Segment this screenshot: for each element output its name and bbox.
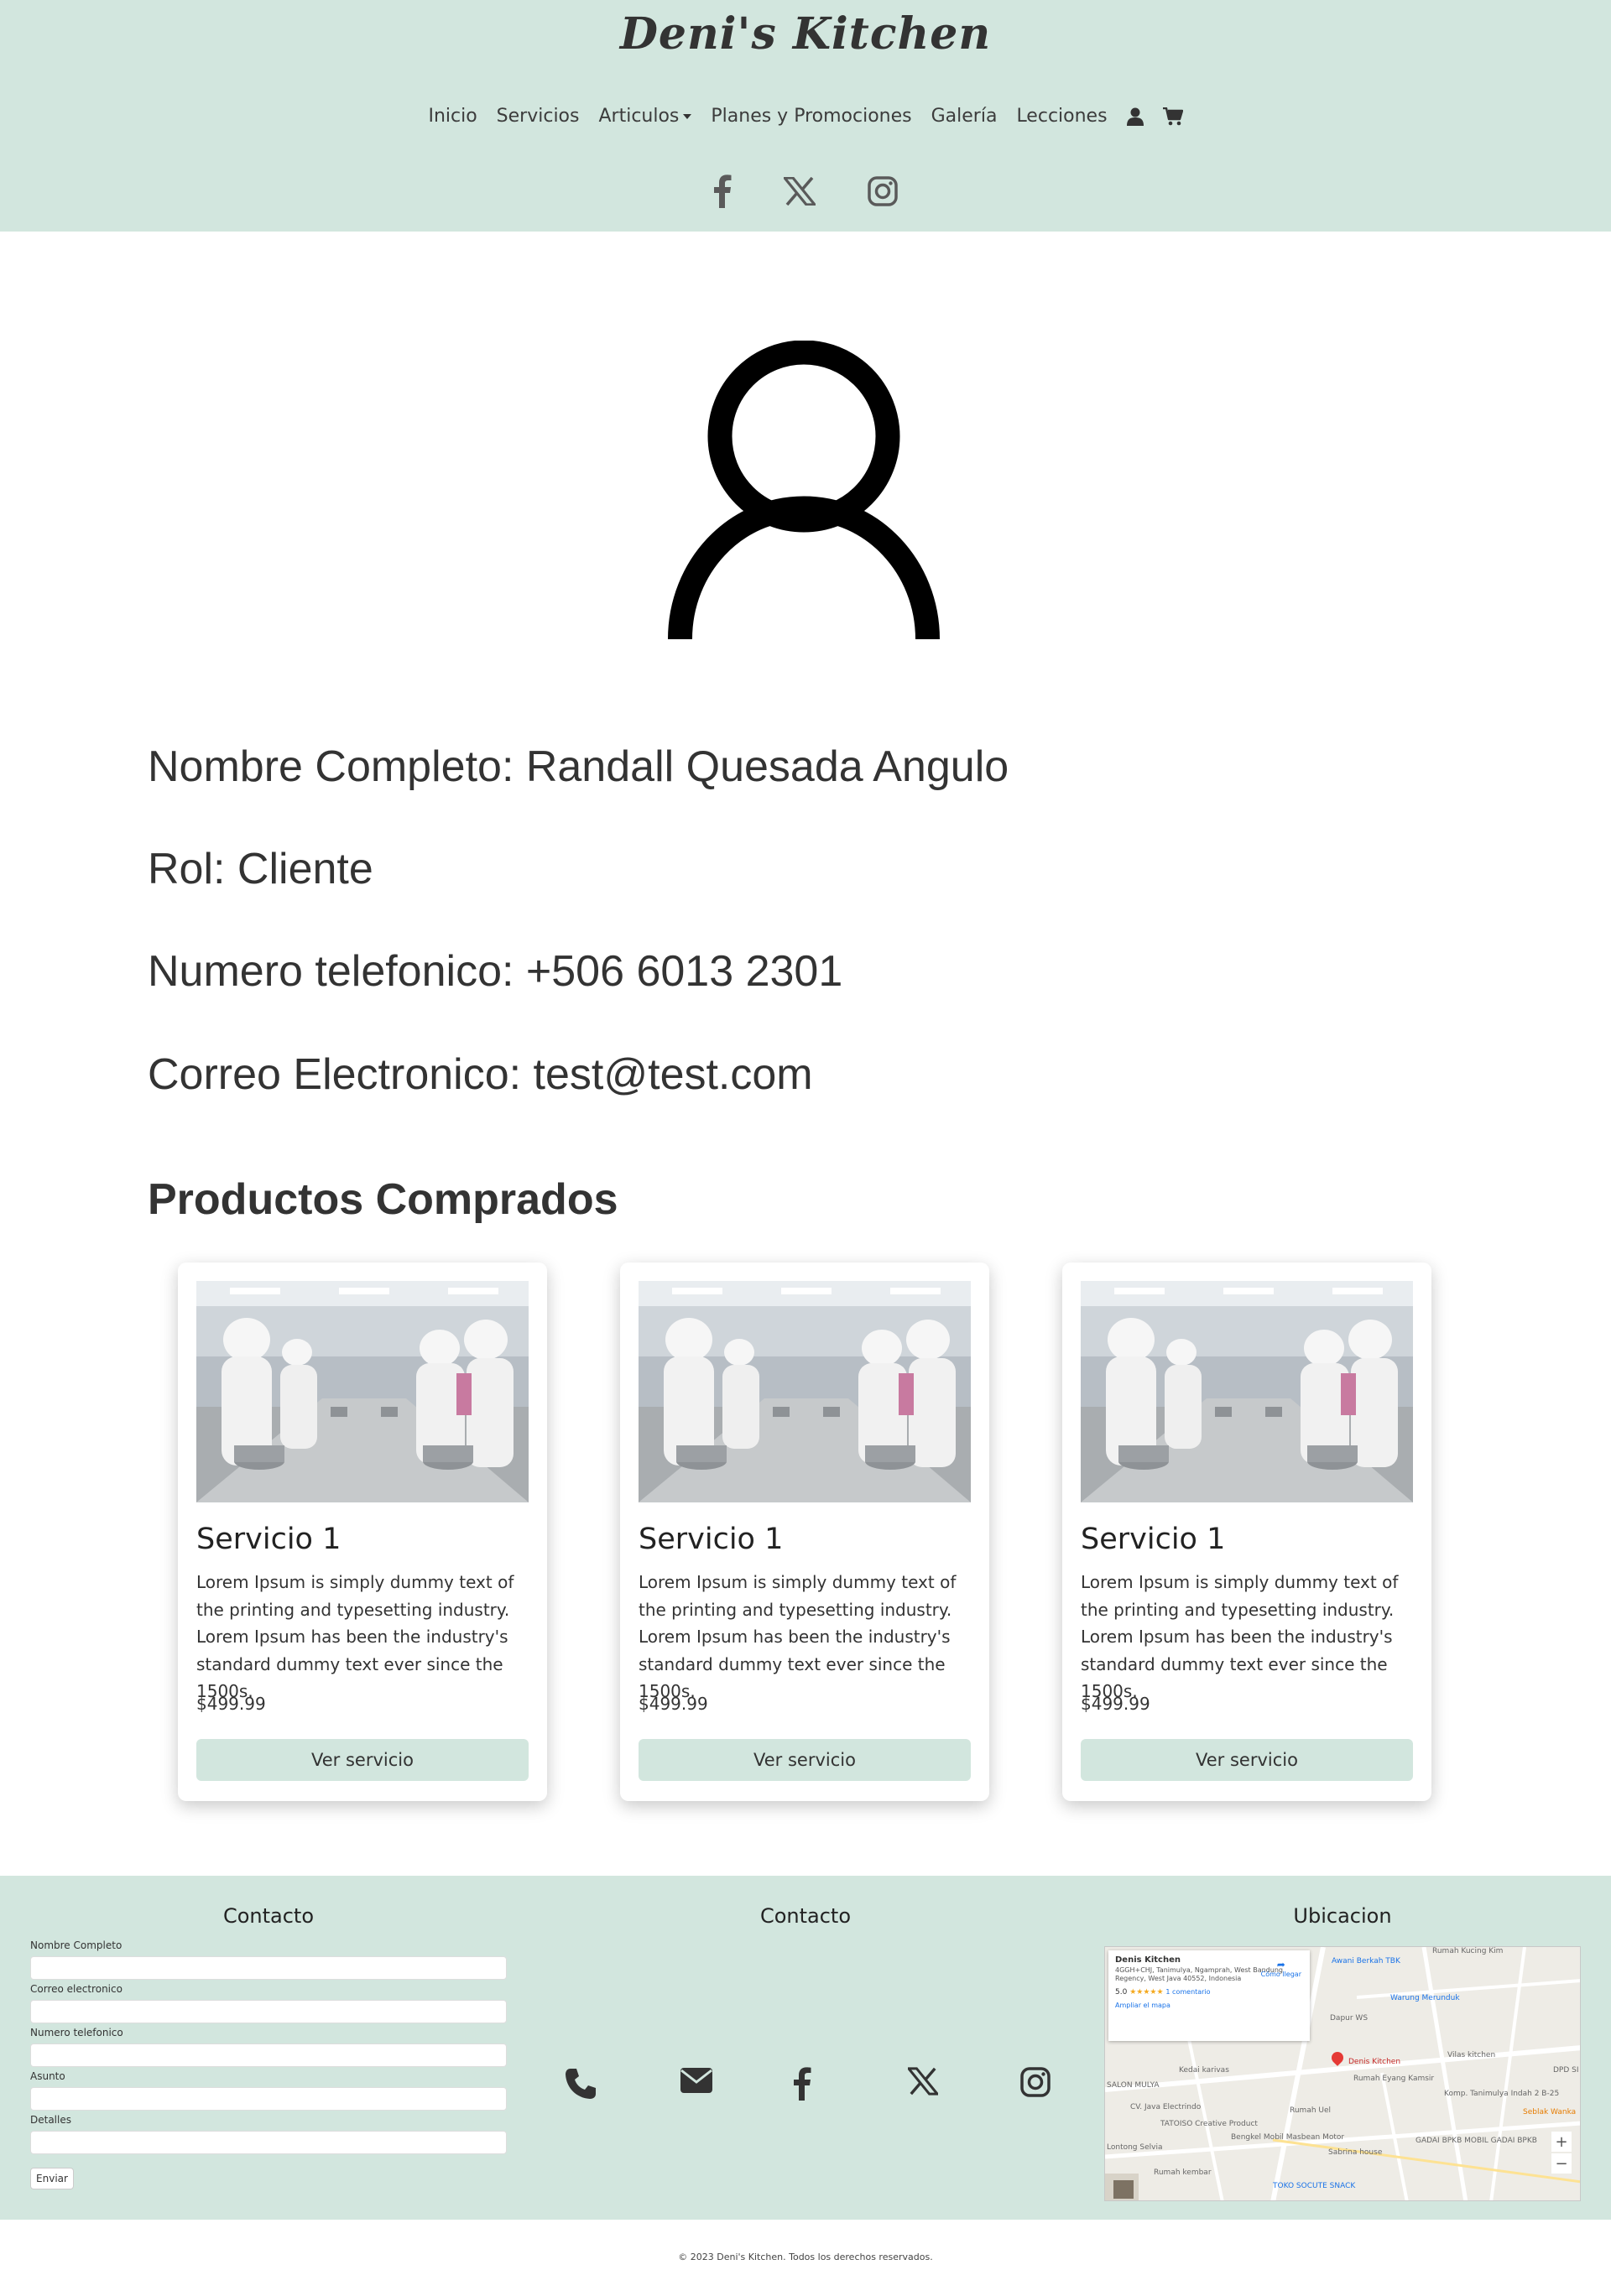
map-reviews-link[interactable]: 1 comentario bbox=[1165, 1988, 1210, 1996]
map-poi: DPD SI WIRAB bbox=[1553, 2066, 1580, 2075]
details-field[interactable] bbox=[30, 2131, 507, 2154]
social-links bbox=[0, 174, 1611, 208]
product-image bbox=[196, 1281, 529, 1502]
site-header: Deni's Kitchen Inicio Servicios Articulo… bbox=[0, 0, 1611, 232]
phone-field[interactable] bbox=[30, 2043, 507, 2067]
location-title: Ubicacion bbox=[1293, 1904, 1392, 1928]
map-poi: Rumah Kucing Kim bbox=[1432, 1947, 1504, 1955]
map-poi: GADAI BPKB MOBIL GADAI BPKB bbox=[1415, 2137, 1537, 2145]
directions-label: Cómo llegar bbox=[1260, 1971, 1301, 1978]
nav-servicios[interactable]: Servicios bbox=[497, 106, 580, 127]
brand-logo[interactable]: Deni's Kitchen bbox=[0, 8, 1611, 60]
facebook-icon[interactable] bbox=[713, 174, 732, 208]
product-title: Servicio 1 bbox=[639, 1523, 784, 1556]
product-image bbox=[639, 1281, 971, 1502]
map-rating: 5.0 ★★★★★ 1 comentario bbox=[1115, 1988, 1303, 1997]
product-title: Servicio 1 bbox=[1081, 1523, 1226, 1556]
map-poi: Lontong Selvia bbox=[1107, 2143, 1163, 2152]
product-price: $499.99 bbox=[1081, 1694, 1150, 1714]
field-label-email: Correo electronico bbox=[30, 1983, 123, 1995]
map-poi: CV. Java Electrindo bbox=[1130, 2103, 1202, 2111]
zoom-out-button[interactable]: − bbox=[1551, 2153, 1572, 2174]
instagram-icon[interactable] bbox=[1020, 2067, 1051, 2097]
product-price: $499.99 bbox=[196, 1694, 266, 1714]
user-icon[interactable] bbox=[1126, 107, 1144, 126]
subject-field[interactable] bbox=[30, 2087, 507, 2111]
view-service-button[interactable]: Ver servicio bbox=[639, 1739, 971, 1781]
map-info-card: Denis Kitchen 4GGH+CHJ, Tanimulya, Ngamp… bbox=[1108, 1950, 1310, 2041]
nav-planes[interactable]: Planes y Promociones bbox=[711, 106, 911, 127]
field-label-name: Nombre Completo bbox=[30, 1939, 123, 1951]
zoom-in-button[interactable]: + bbox=[1551, 2132, 1572, 2152]
x-icon[interactable] bbox=[908, 2067, 938, 2096]
nav-articulos-label: Articulos bbox=[598, 106, 680, 127]
caret-down-icon bbox=[683, 114, 692, 119]
nav-galeria[interactable]: Galería bbox=[931, 106, 998, 127]
product-card: Servicio 1 Lorem Ipsum is simply dummy t… bbox=[1062, 1263, 1431, 1801]
map-poi: TATOISO Creative Product bbox=[1160, 2120, 1258, 2128]
view-service-button[interactable]: Ver servicio bbox=[1081, 1739, 1413, 1781]
envelope-icon[interactable] bbox=[680, 2067, 713, 2094]
field-label-details: Detalles bbox=[30, 2114, 71, 2126]
map-poi: Rumah Eyang Kamsir bbox=[1353, 2075, 1435, 2083]
map-rating-value: 5.0 bbox=[1115, 1988, 1128, 1997]
map-poi: Kedai karivas bbox=[1179, 2066, 1229, 2075]
field-label-subject: Asunto bbox=[30, 2070, 65, 2082]
field-label-phone: Numero telefonico bbox=[30, 2027, 123, 2038]
map-poi: TOKO SOCUTE SNACK bbox=[1273, 2182, 1356, 2190]
contact-icons bbox=[564, 2067, 1067, 2114]
site-footer: Contacto Contacto Ubicacion Nombre Compl… bbox=[0, 1876, 1611, 2220]
nav-lecciones[interactable]: Lecciones bbox=[1016, 106, 1107, 127]
profile-avatar-icon bbox=[668, 340, 940, 640]
product-card: Servicio 1 Lorem Ipsum is simply dummy t… bbox=[620, 1263, 989, 1801]
profile-phone: Numero telefonico: +506 6013 2301 bbox=[148, 947, 843, 996]
map-poi: Dapur WS bbox=[1330, 2014, 1369, 2023]
email-field[interactable] bbox=[30, 2000, 507, 2023]
directions-icon: ➦ bbox=[1276, 1959, 1285, 1971]
profile-email: Correo Electronico: test@test.com bbox=[148, 1050, 813, 1099]
map-poi: Bengkel Mobil Masbean Motor bbox=[1231, 2133, 1345, 2142]
instagram-icon[interactable] bbox=[868, 176, 898, 206]
star-icons: ★★★★★ bbox=[1129, 1988, 1164, 1997]
product-title: Servicio 1 bbox=[196, 1523, 341, 1556]
cart-icon[interactable] bbox=[1162, 107, 1183, 126]
phone-icon[interactable] bbox=[564, 2067, 597, 2101]
map-poi: Awani Berkah TBK bbox=[1332, 1957, 1400, 1965]
profile-full-name: Nombre Completo: Randall Quesada Angulo bbox=[148, 742, 1009, 791]
map-poi: Seblak Wanka bbox=[1523, 2108, 1577, 2116]
product-description: Lorem Ipsum is simply dummy text of the … bbox=[1081, 1572, 1399, 1701]
map-pin-label: Denis Kitchen bbox=[1348, 2058, 1401, 2066]
contact-links-title: Contacto bbox=[759, 1904, 852, 1928]
purchased-products-title: Productos Comprados bbox=[148, 1175, 618, 1224]
map-poi: Warung Merunduk bbox=[1390, 1994, 1460, 2002]
facebook-icon[interactable] bbox=[793, 2067, 811, 2101]
copyright-text: © 2023 Deni's Kitchen. Todos los derecho… bbox=[678, 2252, 933, 2262]
map-poi: Vilas kitchen bbox=[1447, 2051, 1496, 2059]
product-card: Servicio 1 Lorem Ipsum is simply dummy t… bbox=[178, 1263, 547, 1801]
product-image bbox=[1081, 1281, 1413, 1502]
nav-inicio[interactable]: Inicio bbox=[428, 106, 477, 127]
location-map[interactable]: Denis Kitchen 4GGH+CHJ, Tanimulya, Ngamp… bbox=[1104, 1946, 1581, 2201]
map-poi: Sabrina house bbox=[1328, 2148, 1383, 2157]
map-poi: SALON MULYA bbox=[1107, 2081, 1160, 2090]
main-nav: Inicio Servicios Articulos Planes y Prom… bbox=[0, 106, 1611, 127]
contact-form-title: Contacto bbox=[222, 1904, 315, 1928]
product-price: $499.99 bbox=[639, 1694, 708, 1714]
product-description: Lorem Ipsum is simply dummy text of the … bbox=[196, 1572, 514, 1701]
send-button[interactable]: Enviar bbox=[30, 2168, 74, 2189]
view-service-button[interactable]: Ver servicio bbox=[196, 1739, 529, 1781]
x-icon[interactable] bbox=[784, 177, 816, 206]
map-poi: Rumah kembar bbox=[1154, 2168, 1212, 2177]
enlarge-map-link[interactable]: Ampliar el mapa bbox=[1115, 2002, 1303, 2009]
directions-link[interactable]: ➦ Cómo llegar bbox=[1261, 1959, 1301, 1978]
product-description: Lorem Ipsum is simply dummy text of the … bbox=[639, 1572, 957, 1701]
profile-role: Rol: Cliente bbox=[148, 845, 373, 893]
name-field[interactable] bbox=[30, 1956, 507, 1980]
nav-articulos-dropdown[interactable]: Articulos bbox=[598, 106, 692, 127]
map-poi: Rumah Uel bbox=[1290, 2106, 1332, 2115]
map-poi: Komp. Tanimulya Indah 2 B-25 bbox=[1444, 2090, 1560, 2098]
